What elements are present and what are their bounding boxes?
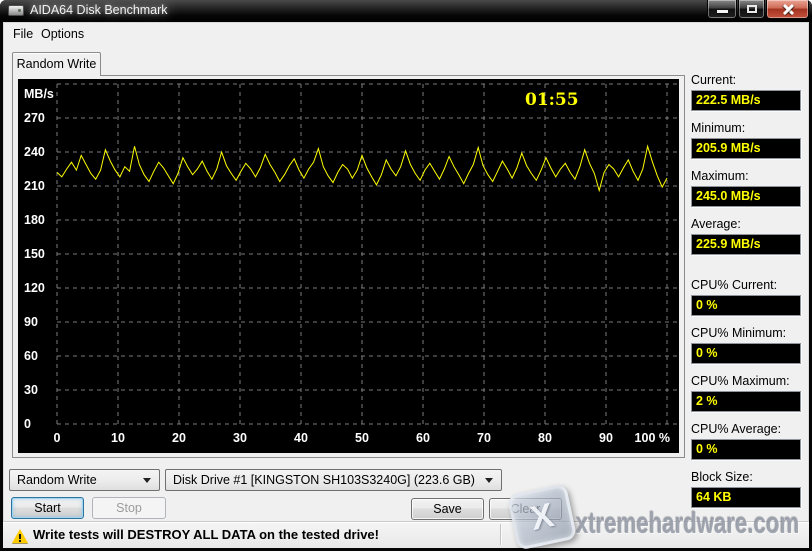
status-warning-text: Write tests will DESTROY ALL DATA on the… <box>33 527 379 542</box>
benchmark-plot: MB/s 270 240 210 180 150 120 90 60 30 0 0 10 20 30 40 50… <box>18 79 679 453</box>
svg-text:60: 60 <box>416 431 430 445</box>
svg-text:270: 270 <box>24 111 45 125</box>
svg-text:30: 30 <box>233 431 247 445</box>
stat-label-cpu-minimum: CPU% Minimum: <box>691 326 809 342</box>
start-button[interactable]: Start <box>11 497 84 519</box>
stat-value-block-size: 64 KB <box>691 487 801 508</box>
tab-random-write[interactable]: Random Write <box>12 52 101 76</box>
menu-options[interactable]: Options <box>34 25 91 44</box>
chevron-down-icon <box>485 478 493 483</box>
svg-text:210: 210 <box>24 179 45 193</box>
svg-text:70: 70 <box>477 431 491 445</box>
stat-value-cpu-current: 0 % <box>691 295 801 316</box>
stat-value-cpu-average: 0 % <box>691 439 801 460</box>
svg-text:40: 40 <box>294 431 308 445</box>
save-button[interactable]: Save <box>411 498 484 520</box>
svg-text:180: 180 <box>24 213 45 227</box>
stat-label-average: Average: <box>691 217 809 233</box>
stat-label-cpu-average: CPU% Average: <box>691 422 809 438</box>
stat-value-maximum: 245.0 MB/s <box>691 186 801 207</box>
test-type-select[interactable]: Random Write <box>9 469 160 491</box>
svg-text:80: 80 <box>538 431 552 445</box>
svg-text:30: 30 <box>24 383 38 397</box>
svg-text:50: 50 <box>355 431 369 445</box>
svg-text:MB/s: MB/s <box>24 87 54 101</box>
svg-text:10: 10 <box>111 431 125 445</box>
svg-text:240: 240 <box>24 145 45 159</box>
svg-text:60: 60 <box>24 349 38 363</box>
svg-text:90: 90 <box>599 431 613 445</box>
stat-value-average: 225.9 MB/s <box>691 234 801 255</box>
stat-label-block-size: Block Size: <box>691 470 809 486</box>
benchmark-chart: MB/s 270 240 210 180 150 120 90 60 30 0 0 10 20 30 40 50… <box>18 79 679 453</box>
title-bar: AIDA64 Disk Benchmark <box>0 0 812 22</box>
stat-label-cpu-maximum: CPU% Maximum: <box>691 374 809 390</box>
svg-text:120: 120 <box>24 281 45 295</box>
stat-value-current: 222.5 MB/s <box>691 90 801 111</box>
svg-text:0: 0 <box>54 431 61 445</box>
stat-label-cpu-current: CPU% Current: <box>691 278 809 294</box>
stat-label-minimum: Minimum: <box>691 121 809 137</box>
svg-text:0: 0 <box>24 417 31 431</box>
stat-value-cpu-minimum: 0 % <box>691 343 801 364</box>
window-title: AIDA64 Disk Benchmark <box>30 0 168 22</box>
app-window: AIDA64 Disk Benchmark File Options Rando… <box>0 0 812 551</box>
status-bar-divider <box>500 524 502 545</box>
maximize-button[interactable] <box>738 0 765 19</box>
stat-label-current: Current: <box>691 73 809 89</box>
watermark-text: xtremehardware.com <box>576 507 799 541</box>
stop-button: Stop <box>92 497 166 519</box>
disk-drive-icon <box>8 5 24 16</box>
minimize-icon <box>717 10 728 13</box>
svg-text:100 %: 100 % <box>635 431 670 445</box>
stat-value-minimum: 205.9 MB/s <box>691 138 801 159</box>
drive-select[interactable]: Disk Drive #1 [KINGSTON SH103S3240G] (22… <box>165 469 502 491</box>
stat-value-cpu-maximum: 2 % <box>691 391 801 412</box>
svg-text:20: 20 <box>172 431 186 445</box>
minimize-button[interactable] <box>707 0 737 19</box>
chevron-down-icon <box>143 478 151 483</box>
svg-text:150: 150 <box>24 247 45 261</box>
svg-text:90: 90 <box>24 315 38 329</box>
svg-text:01:55: 01:55 <box>525 90 579 110</box>
warning-icon <box>12 529 28 543</box>
close-button[interactable] <box>766 0 809 19</box>
stat-label-maximum: Maximum: <box>691 169 809 185</box>
maximize-icon <box>747 5 757 13</box>
